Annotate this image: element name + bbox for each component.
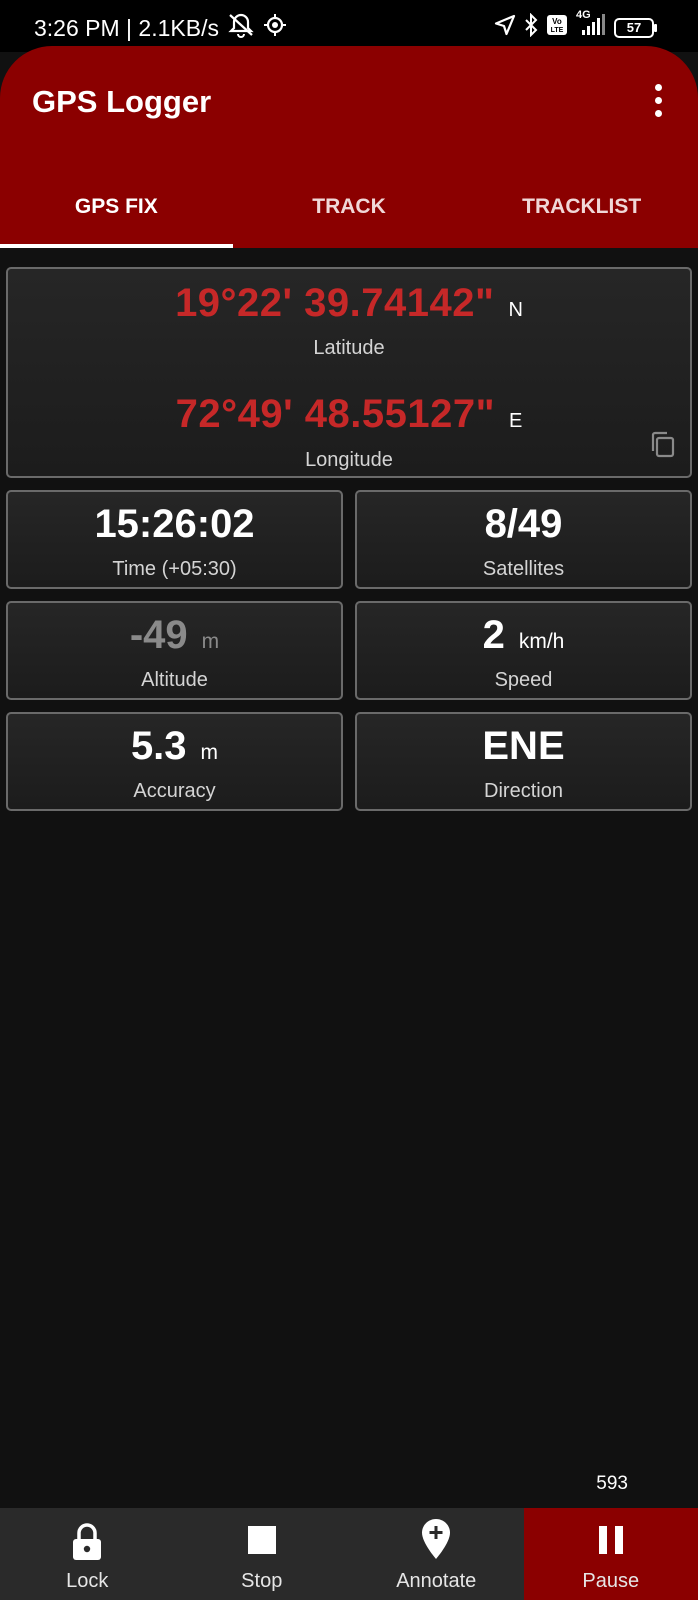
- tab-gps-fix-label: GPS FIX: [74, 195, 158, 218]
- satellites-label: Satellites: [482, 558, 565, 580]
- location-target-icon: [263, 13, 287, 43]
- volte-icon: Vo LTE: [546, 14, 568, 41]
- direction-card: ENE Direction: [355, 712, 692, 811]
- signal-icon: 4G: [576, 9, 606, 42]
- tab-track[interactable]: TRACK: [233, 166, 466, 248]
- accuracy-card: 5.3 m Accuracy: [6, 712, 343, 811]
- latitude-row: 19°22' 39.74142" N: [8, 281, 690, 326]
- accuracy-unit: m: [200, 741, 219, 764]
- satellites-value-row: 8/49: [357, 502, 690, 547]
- tab-tracklist[interactable]: TRACKLIST: [465, 166, 698, 248]
- longitude-value: 72°49' 48.55127": [175, 392, 496, 436]
- stop-icon: [247, 1525, 277, 1560]
- altitude-value: -49: [129, 613, 188, 657]
- svg-text:LTE: LTE: [551, 27, 564, 34]
- add-location-icon: [421, 1518, 451, 1565]
- latitude-value: 19°22' 39.74142": [175, 281, 495, 325]
- tab-gps-fix[interactable]: GPS FIX: [0, 166, 233, 248]
- altitude-card: -49 m Altitude: [6, 601, 343, 700]
- stop-button[interactable]: Stop: [175, 1508, 350, 1600]
- pause-icon: [598, 1525, 624, 1560]
- speed-card: 2 km/h Speed: [355, 601, 692, 700]
- direction-label: Direction: [484, 780, 563, 802]
- point-counter: 593: [596, 1473, 628, 1494]
- longitude-row: 72°49' 48.55127" E: [8, 392, 690, 437]
- tab-track-label: TRACK: [312, 195, 386, 218]
- speed-value: 2: [482, 613, 505, 657]
- more-vert-icon[interactable]: [652, 84, 664, 118]
- status-left: 3:26 PM | 2.1KB/s: [34, 12, 287, 44]
- satellites-value: 8/49: [484, 502, 563, 546]
- speed-unit: km/h: [518, 630, 565, 653]
- time-value: 15:26:02: [94, 502, 255, 546]
- latitude-label: Latitude: [313, 337, 385, 359]
- longitude-label: Longitude: [305, 449, 393, 471]
- pause-button[interactable]: Pause: [523, 1508, 698, 1600]
- battery-level: 57: [626, 19, 642, 35]
- speed-label: Speed: [494, 669, 553, 691]
- annotate-button[interactable]: Annotate: [349, 1508, 524, 1600]
- accuracy-value-row: 5.3 m: [8, 724, 341, 769]
- app-bar: GPS Logger GPS FIX TRACK TRACKLIST: [0, 46, 698, 248]
- speed-value-row: 2 km/h: [357, 613, 690, 658]
- annotate-label: Annotate: [396, 1570, 477, 1592]
- latitude-direction: N: [508, 299, 523, 321]
- coordinates-card: 19°22' 39.74142" N Latitude 72°49' 48.551…: [6, 267, 692, 478]
- bluetooth-icon: [524, 12, 538, 42]
- time-card: 15:26:02 Time (+05:30): [6, 490, 343, 589]
- altitude-unit: m: [201, 630, 220, 653]
- network-type: 4G: [576, 9, 591, 21]
- status-time-speed: 3:26 PM | 2.1KB/s: [34, 14, 219, 41]
- location-arrow-icon: [494, 14, 516, 41]
- lock-button[interactable]: Lock: [0, 1508, 175, 1600]
- battery-icon: 57: [614, 17, 658, 39]
- accuracy-value: 5.3: [130, 724, 187, 768]
- tab-tracklist-label: TRACKLIST: [522, 195, 642, 218]
- longitude-direction: E: [509, 410, 523, 432]
- copy-icon[interactable]: [650, 431, 676, 464]
- direction-value-row: ENE: [357, 724, 690, 769]
- pause-label: Pause: [582, 1570, 640, 1592]
- time-value-row: 15:26:02: [8, 502, 341, 547]
- status-bar: 3:26 PM | 2.1KB/s Vo LTE 4G 57: [0, 0, 698, 52]
- accuracy-label: Accuracy: [133, 780, 216, 802]
- svg-text:Vo: Vo: [552, 17, 562, 26]
- lock-icon: [70, 1522, 104, 1567]
- direction-value: ENE: [482, 724, 565, 768]
- stop-label: Stop: [241, 1570, 283, 1592]
- lock-label: Lock: [66, 1570, 109, 1592]
- altitude-label: Altitude: [141, 669, 208, 691]
- alarm-off-icon: [227, 12, 255, 44]
- tab-bar: GPS FIX TRACK TRACKLIST: [0, 166, 698, 248]
- bottom-toolbar: Lock Stop Annotate Pause: [0, 1508, 698, 1600]
- altitude-value-row: -49 m: [8, 613, 341, 658]
- time-label: Time (+05:30): [112, 558, 237, 580]
- status-right: Vo LTE 4G 57: [494, 9, 658, 42]
- app-title: GPS Logger: [32, 84, 212, 119]
- satellites-card: 8/49 Satellites: [355, 490, 692, 589]
- tab-indicator: [0, 244, 233, 248]
